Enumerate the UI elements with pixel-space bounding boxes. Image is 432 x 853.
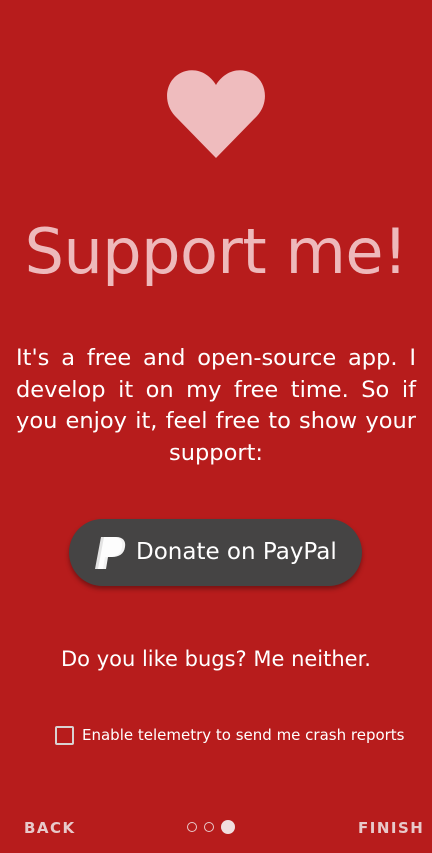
telemetry-label[interactable]: Enable telemetry to send me crash report… [82, 725, 405, 745]
heart-icon [167, 70, 265, 158]
donate-button-label: Donate on PayPal [136, 539, 337, 565]
description-text: It's a free and open-source app. I devel… [16, 345, 416, 466]
telemetry-checkbox[interactable] [55, 725, 74, 745]
finish-button[interactable]: FINISH [358, 816, 424, 840]
page-dot-1 [187, 822, 197, 832]
paypal-icon [95, 537, 126, 569]
donate-paypal-button[interactable]: Donate on PayPal [69, 519, 362, 586]
page-dot-2 [204, 822, 214, 832]
back-button[interactable]: BACK [24, 816, 76, 840]
page-title: Support me! [24, 215, 408, 288]
page-dot-3-active [221, 820, 235, 834]
telemetry-option[interactable]: Enable telemetry to send me crash report… [55, 724, 405, 746]
bugs-text: Do you like bugs? Me neither. [61, 647, 371, 671]
page-indicator [187, 820, 235, 834]
